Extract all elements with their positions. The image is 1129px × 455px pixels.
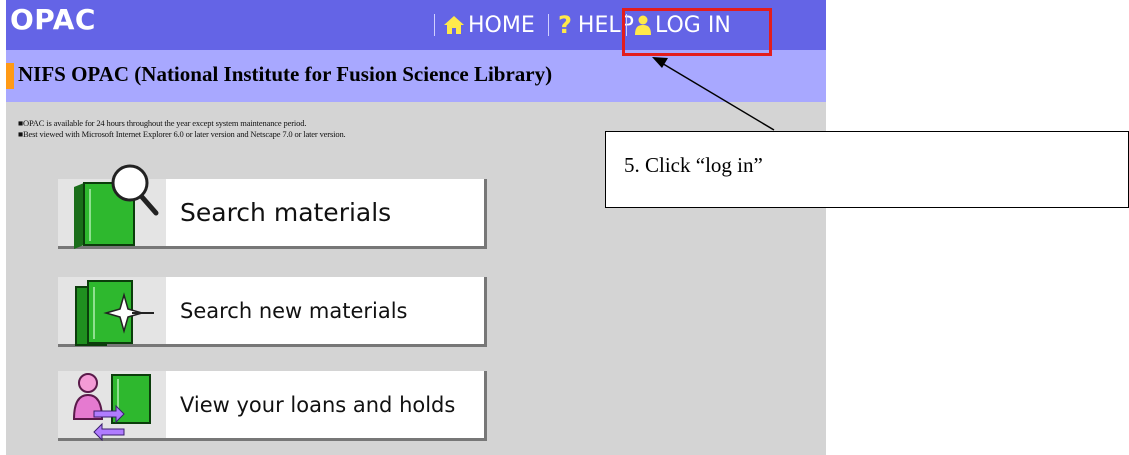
nav-login-link[interactable]: LOG IN: [635, 10, 731, 40]
home-icon: [444, 16, 464, 34]
header-nav: HOME ? HELP LOG IN: [6, 0, 826, 50]
nav-separator: [548, 14, 549, 36]
nav-home-label: HOME: [468, 12, 535, 38]
person-books-exchange-icon: [66, 353, 162, 446]
title-bar: NIFS OPAC (National Institute for Fusion…: [6, 50, 826, 102]
nav-login-label: LOG IN: [655, 12, 731, 38]
notices: ■OPAC is available for 24 hours througho…: [18, 118, 346, 140]
notice-browser: ■Best viewed with Microsoft Internet Exp…: [18, 129, 346, 139]
new-books-sparkle-icon: [66, 259, 162, 352]
menu-label: Search materials: [180, 198, 392, 227]
nav-home-link[interactable]: HOME: [444, 10, 535, 40]
opac-page: OPAC HOME ? HELP LOG IN NIFS OPAC (Natio…: [6, 0, 826, 455]
annotation-text: 5. Click “log in”: [624, 153, 763, 177]
menu-label: View your loans and holds: [180, 392, 456, 417]
page-title: NIFS OPAC (National Institute for Fusion…: [18, 62, 553, 86]
user-icon: [635, 15, 651, 35]
search-new-materials-button[interactable]: Search new materials: [58, 277, 487, 347]
nav-separator: [434, 14, 435, 36]
nav-separator: [770, 14, 771, 36]
annotation-callout: 5. Click “log in”: [605, 131, 1129, 208]
nav-separator: [626, 14, 627, 36]
search-materials-button[interactable]: Search materials: [58, 164, 487, 249]
book-magnifier-icon: [66, 161, 162, 254]
top-nav-bar: OPAC HOME ? HELP LOG IN: [6, 0, 826, 50]
notice-availability: ■OPAC is available for 24 hours througho…: [18, 118, 307, 128]
title-accent-mark: [6, 63, 14, 89]
help-question-icon: ?: [558, 11, 572, 39]
view-loans-holds-button[interactable]: View your loans and holds: [58, 371, 487, 442]
nav-help-link[interactable]: ? HELP: [558, 10, 634, 40]
menu-label: Search new materials: [180, 298, 408, 323]
